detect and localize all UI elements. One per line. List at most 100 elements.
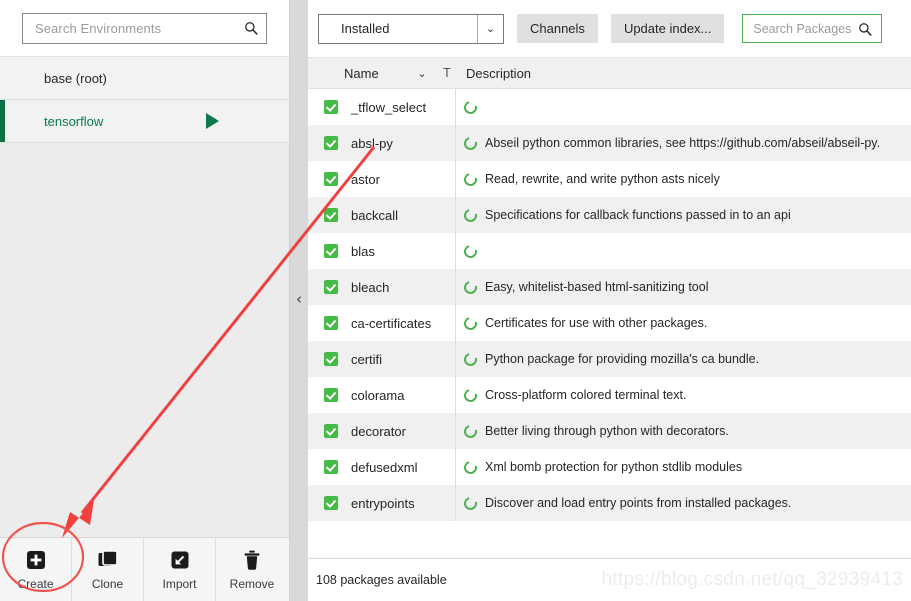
package-version-cell[interactable] — [456, 134, 485, 152]
packages-available-count: 108 packages available — [316, 573, 447, 587]
environments-search-bar: Search Environments — [0, 0, 289, 57]
table-row[interactable]: certifi Python package for providing mozi… — [308, 341, 911, 377]
package-version-cell[interactable] — [456, 314, 485, 332]
packages-table-body[interactable]: _tflow_select absl-py Abseil python common… — [308, 89, 911, 558]
package-checkbox[interactable] — [324, 496, 338, 510]
package-description: Cross-platform colored terminal text. — [485, 388, 687, 402]
search-packages-input[interactable]: Search Packages — [742, 14, 883, 43]
installed-ring-icon — [461, 98, 480, 116]
clone-label: Clone — [91, 576, 124, 591]
search-environments-input[interactable]: Search Environments — [22, 12, 267, 44]
package-description: Certificates for use with other packages… — [485, 316, 708, 330]
chevron-left-icon[interactable]: ‹ — [290, 292, 308, 307]
package-version-cell[interactable] — [456, 458, 485, 476]
table-row[interactable]: _tflow_select — [308, 89, 911, 125]
package-checkbox[interactable] — [324, 136, 338, 150]
installed-ring-icon — [461, 170, 480, 188]
package-version-cell[interactable] — [456, 170, 485, 188]
table-row[interactable]: ca-certificates Certificates for use with… — [308, 305, 911, 341]
package-name-cell: ca-certificates — [308, 305, 456, 341]
package-name: entrypoints — [351, 495, 415, 511]
package-name-cell: absl-py — [308, 125, 456, 161]
package-checkbox[interactable] — [324, 280, 338, 294]
package-version-cell[interactable] — [456, 98, 485, 116]
table-row[interactable]: absl-py Abseil python common libraries, s… — [308, 125, 911, 161]
table-row[interactable]: decorator Better living through python wi… — [308, 413, 911, 449]
table-row[interactable]: astor Read, rewrite, and write python ast… — [308, 161, 911, 197]
environment-item-base[interactable]: base (root) — [0, 57, 289, 100]
package-version-cell[interactable] — [456, 386, 485, 404]
play-icon[interactable] — [206, 113, 219, 129]
packages-table-header: Name ⌄ T Description — [308, 57, 911, 89]
package-name-cell: defusedxml — [308, 449, 456, 485]
package-checkbox[interactable] — [324, 316, 338, 330]
environment-name: base (root) — [44, 70, 107, 86]
environment-item-tensorflow[interactable]: tensorflow — [0, 100, 289, 143]
column-header-type[interactable]: T — [436, 66, 458, 80]
package-description: Xml bomb protection for python stdlib mo… — [485, 460, 743, 474]
package-version-cell[interactable] — [456, 422, 485, 440]
package-version-cell[interactable] — [456, 494, 485, 512]
table-row[interactable]: bleach Easy, whitelist-based html-sanitiz… — [308, 269, 911, 305]
remove-label: Remove — [229, 576, 275, 591]
installed-ring-icon — [461, 350, 480, 368]
package-checkbox[interactable] — [324, 460, 338, 474]
package-version-cell[interactable] — [456, 350, 485, 368]
create-button[interactable]: Create — [0, 538, 72, 601]
sort-descending-icon[interactable]: ⌄ — [408, 67, 436, 80]
panel-splitter[interactable]: ‹ — [290, 0, 308, 601]
environment-actions-bar: Create Clone Import Remove — [0, 537, 289, 601]
search-icon — [859, 22, 872, 36]
column-header-description[interactable]: Description — [458, 66, 911, 81]
package-description: Discover and load entry points from inst… — [485, 496, 792, 510]
search-packages-placeholder: Search Packages — [753, 21, 852, 36]
environments-panel: Search Environments base (root) tensorfl… — [0, 0, 290, 601]
packages-toolbar: Installed ⌄ Channels Update index... Sea… — [308, 0, 911, 57]
package-name: decorator — [351, 423, 406, 439]
column-header-name[interactable]: Name — [308, 66, 408, 81]
package-name-cell: decorator — [308, 413, 456, 449]
environments-list: base (root) tensorflow — [0, 57, 289, 143]
package-description: Specifications for callback functions pa… — [485, 208, 791, 222]
import-label: Import — [162, 576, 197, 591]
remove-button[interactable]: Remove — [216, 538, 288, 601]
package-name-cell: certifi — [308, 341, 456, 377]
package-name: defusedxml — [351, 459, 418, 475]
search-icon — [245, 22, 258, 35]
search-environments-placeholder: Search Environments — [35, 20, 162, 36]
package-version-cell[interactable] — [456, 278, 485, 296]
package-description: Easy, whitelist-based html-sanitizing to… — [485, 280, 709, 294]
package-checkbox[interactable] — [324, 388, 338, 402]
table-row[interactable]: backcall Specifications for callback func… — [308, 197, 911, 233]
package-checkbox[interactable] — [324, 244, 338, 258]
package-name: bleach — [351, 279, 390, 295]
package-name: blas — [351, 243, 375, 259]
table-row[interactable]: entrypoints Discover and load entry point… — [308, 485, 911, 521]
update-index-button[interactable]: Update index... — [610, 14, 725, 43]
plus-square-icon — [26, 550, 45, 569]
package-filter-select[interactable]: Installed ⌄ — [318, 13, 504, 44]
channels-button[interactable]: Channels — [517, 14, 598, 43]
table-row[interactable]: colorama Cross-platform colored terminal … — [308, 377, 911, 413]
installed-ring-icon — [461, 386, 480, 404]
installed-ring-icon — [461, 206, 480, 224]
clone-button[interactable]: Clone — [72, 538, 144, 601]
package-checkbox[interactable] — [324, 172, 338, 186]
package-checkbox[interactable] — [324, 208, 338, 222]
package-version-cell[interactable] — [456, 206, 485, 224]
package-version-cell[interactable] — [456, 242, 485, 260]
installed-ring-icon — [461, 314, 480, 332]
package-checkbox[interactable] — [324, 352, 338, 366]
table-row[interactable]: blas — [308, 233, 911, 269]
package-name: ca-certificates — [351, 315, 432, 331]
package-checkbox[interactable] — [324, 100, 338, 114]
package-name-cell: backcall — [308, 197, 456, 233]
table-row[interactable]: defusedxml Xml bomb protection for python… — [308, 449, 911, 485]
trash-icon — [244, 550, 260, 570]
chevron-down-icon[interactable]: ⌄ — [477, 14, 503, 43]
environments-empty-area — [0, 143, 289, 537]
package-description: Read, rewrite, and write python asts nic… — [485, 172, 720, 186]
import-button[interactable]: Import — [144, 538, 216, 601]
package-checkbox[interactable] — [324, 424, 338, 438]
anaconda-navigator-environments: Search Environments base (root) tensorfl… — [0, 0, 911, 601]
